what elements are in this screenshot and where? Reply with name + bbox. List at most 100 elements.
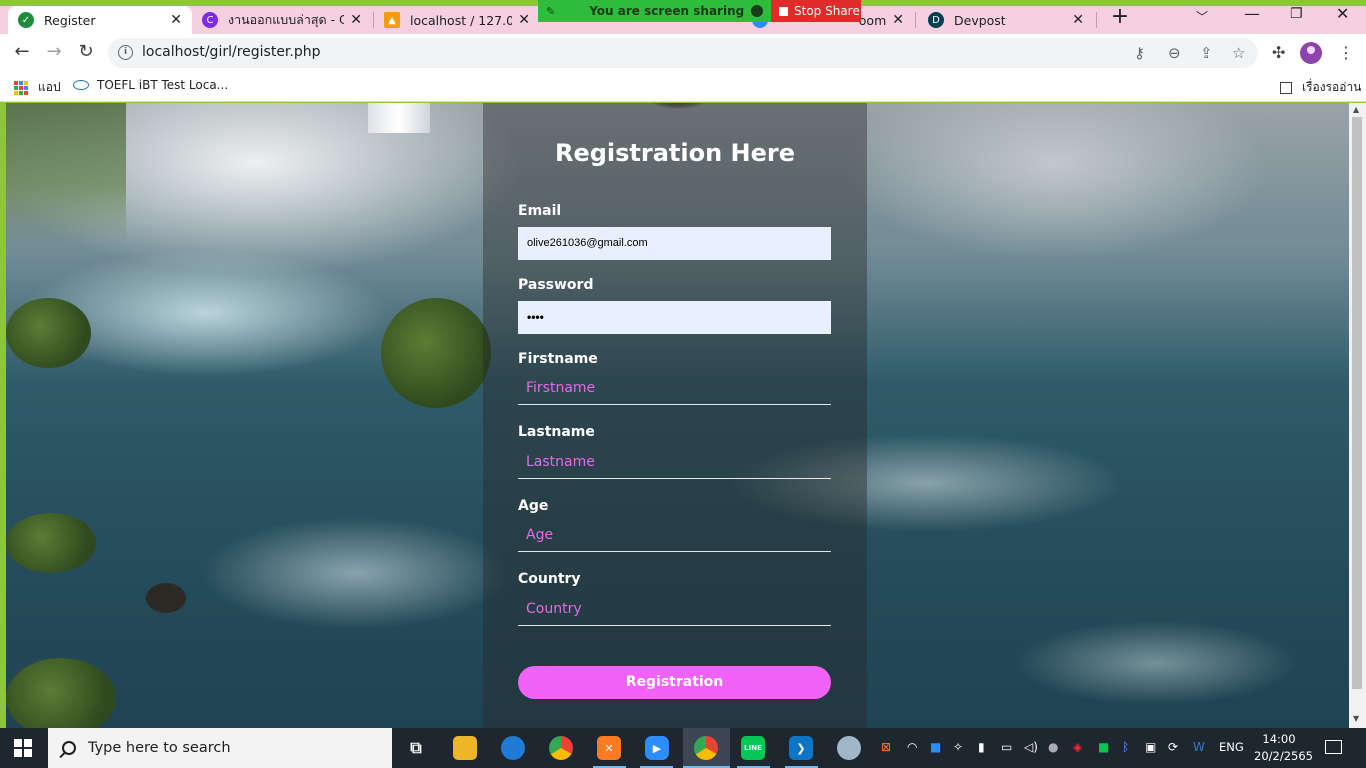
tray-line-icon[interactable]: ■ [1098, 740, 1109, 754]
clock-date: 20/2/2565 [1254, 749, 1313, 763]
close-tab-icon[interactable]: ✕ [350, 12, 362, 28]
minimize-icon[interactable]: — [1244, 4, 1260, 23]
tray-sync-icon[interactable]: ⟳ [1168, 740, 1178, 754]
browser-toolbar: ← → ↻ i localhost/girl/register.php ⚷ ⊖ … [0, 34, 1366, 72]
ets-icon [73, 80, 89, 90]
bookmark-label: แอป [38, 80, 61, 94]
search-placeholder: Type here to search [88, 740, 231, 756]
zoom-icon[interactable]: ▶ [645, 736, 669, 760]
taskbar-clock[interactable]: 14:00 20/2/2565 [1254, 731, 1313, 765]
vscode-icon[interactable]: ❯ [789, 736, 813, 760]
pencil-icon[interactable]: ✎ [546, 5, 555, 18]
tab-title: Devpost [954, 12, 1006, 28]
country-field[interactable]: Country [518, 592, 831, 626]
file-explorer-icon[interactable] [453, 736, 477, 760]
tray-zoom-icon[interactable]: ■ [930, 740, 941, 754]
reading-list-label: เรื่องรออ่าน [1302, 80, 1362, 94]
screen-share-status: ✎ You are screen sharing [538, 0, 771, 22]
registration-button[interactable]: Registration [518, 666, 831, 699]
password-label: Password [518, 277, 594, 293]
input-language[interactable]: ENG [1219, 740, 1244, 754]
age-field[interactable]: Age [518, 518, 831, 552]
url-text[interactable]: localhost/girl/register.php [142, 44, 321, 60]
background-foliage [381, 298, 491, 408]
tab-devpost[interactable]: D Devpost ✕ [918, 6, 1094, 34]
xampp-icon[interactable]: ✕ [597, 736, 621, 760]
scroll-up-icon[interactable]: ▲ [1353, 105, 1359, 114]
tray-word-icon[interactable]: W [1193, 740, 1205, 754]
tab-title: localhost / 127.0.0.1 / [410, 12, 513, 28]
page-scrollbar[interactable]: ▲ ▼ [1349, 103, 1366, 728]
back-arrow-icon[interactable]: ← [11, 42, 33, 64]
tray-display-icon[interactable]: ▣ [1145, 740, 1156, 754]
tab-register[interactable]: ✓ Register ✕ [8, 6, 192, 34]
reload-icon[interactable]: ↻ [75, 42, 97, 64]
bookmark-apps[interactable]: แอป [14, 78, 61, 97]
new-tab-button[interactable]: + [1108, 6, 1132, 30]
password-field[interactable]: •••• [518, 301, 831, 334]
email-label: Email [518, 203, 562, 219]
key-icon[interactable]: ⚷ [1134, 44, 1145, 62]
windows-start-icon[interactable] [14, 739, 32, 757]
scroll-down-icon[interactable]: ▼ [1353, 714, 1359, 723]
tray-cloud-icon[interactable]: ● [1048, 740, 1058, 754]
chrome-menu-icon[interactable]: ⋮ [1338, 43, 1354, 62]
close-tab-icon[interactable]: ✕ [518, 12, 530, 28]
close-tab-icon[interactable]: ✕ [892, 12, 904, 28]
age-label: Age [518, 498, 549, 514]
stop-share-button[interactable]: Stop Share [771, 0, 861, 22]
close-tab-icon[interactable]: ✕ [1072, 12, 1084, 28]
tray-battery-icon[interactable]: ▭ [1001, 740, 1012, 754]
reading-list-icon [1280, 81, 1292, 94]
page-viewport: Registration Here Email olive261036@gmai… [6, 103, 1349, 728]
site-info-icon[interactable]: i [118, 45, 133, 60]
background-foliage [6, 658, 116, 728]
tray-security-icon[interactable]: ◈ [1073, 740, 1082, 754]
tray-volume-icon[interactable]: ◁) [1024, 740, 1038, 754]
tray-network-icon[interactable]: ◠ [907, 740, 917, 754]
restore-icon[interactable]: ❐ [1290, 6, 1303, 22]
tab-canva[interactable]: C งานออกแบบล่าสุด - Canva ✕ [192, 6, 372, 34]
background-foliage [6, 298, 91, 368]
line-icon[interactable]: LINE [741, 736, 765, 760]
notification-center-icon[interactable] [1325, 740, 1342, 754]
chrome-profile-icon[interactable] [694, 736, 718, 760]
extensions-puzzle-icon[interactable]: ✣ [1272, 43, 1285, 62]
task-view-icon[interactable]: ⧉ [404, 736, 428, 760]
canva-icon: C [202, 12, 218, 28]
tab-search-chevron-icon[interactable]: ﹀ [1196, 8, 1208, 25]
taskbar-search-box[interactable]: Type here to search [48, 728, 392, 768]
scrollbar-thumb[interactable] [1352, 117, 1362, 689]
background-rock [146, 583, 186, 613]
devpost-icon: D [928, 12, 944, 28]
forward-arrow-icon[interactable]: → [43, 42, 65, 64]
zoom-magnifier-icon[interactable]: ⊖ [1168, 44, 1181, 62]
address-bar[interactable]: i localhost/girl/register.php ⚷ ⊖ ⇪ ☆ [108, 38, 1258, 68]
tray-bluetooth-icon[interactable]: ✧ [953, 740, 963, 754]
close-tab-icon[interactable]: ✕ [170, 12, 182, 28]
bookmark-toefl[interactable]: TOEFL iBT Test Loca... [73, 78, 228, 92]
tray-xampp-icon[interactable]: ⊠ [881, 740, 891, 754]
background-tower [368, 103, 430, 133]
tab-phpmyadmin[interactable]: ▲ localhost / 127.0.0.1 / ✕ [374, 6, 540, 34]
registration-form: Registration Here Email olive261036@gmai… [483, 103, 867, 728]
share-icon[interactable]: ⇪ [1200, 44, 1213, 62]
firstname-field[interactable]: Firstname [518, 371, 831, 405]
shield-icon [751, 5, 763, 17]
email-field[interactable]: olive261036@gmail.com [518, 227, 831, 260]
lastname-label: Lastname [518, 424, 595, 440]
tab-separator [915, 12, 916, 28]
close-window-icon[interactable]: ✕ [1336, 4, 1349, 23]
bookmark-star-icon[interactable]: ☆ [1232, 44, 1245, 62]
paint-icon[interactable] [837, 736, 861, 760]
tray-microphone-icon[interactable]: ▮ [978, 740, 985, 754]
reading-list[interactable]: เรื่องรออ่าน [1280, 78, 1361, 97]
profile-avatar[interactable] [1300, 42, 1322, 64]
background-foliage [6, 513, 96, 573]
windows-taskbar: Type here to search ⧉ ✕ ▶ LINE ❯ ⊠ ◠ ■ ✧… [0, 728, 1366, 768]
chrome-icon[interactable] [549, 736, 573, 760]
lastname-field[interactable]: Lastname [518, 445, 831, 479]
edge-icon[interactable] [501, 736, 525, 760]
tray-bluetooth-icon[interactable]: ᛒ [1122, 740, 1129, 754]
screen-share-text: You are screen sharing [589, 4, 745, 18]
